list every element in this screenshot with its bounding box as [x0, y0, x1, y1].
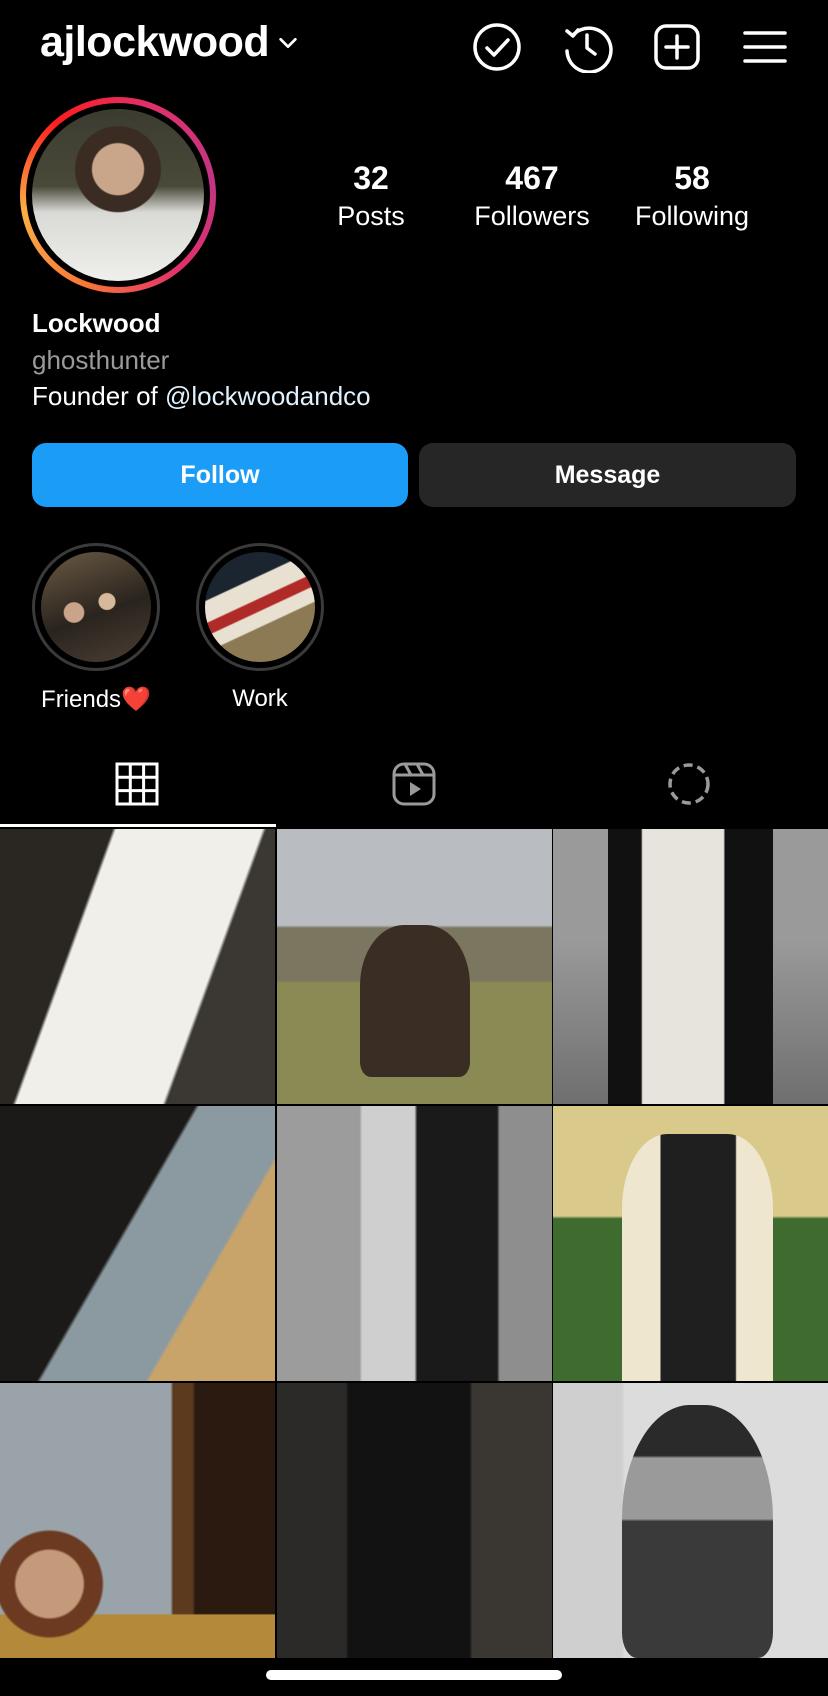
active-tab-indicator — [0, 824, 276, 827]
profile-category: ghosthunter — [32, 345, 170, 375]
stat-value: 467 — [505, 160, 559, 196]
profile-avatar[interactable] — [20, 97, 216, 293]
grid-post[interactable] — [553, 1383, 828, 1658]
highlight-cover — [205, 552, 315, 662]
grid-post[interactable] — [553, 1106, 828, 1381]
tagged-icon — [668, 763, 710, 805]
home-indicator[interactable] — [266, 1670, 562, 1680]
top-bar: ajlockwood — [0, 0, 828, 92]
stat-followers[interactable]: 467 Followers — [447, 160, 617, 232]
profile-bio: Founder of @lockwoodandco — [32, 381, 371, 412]
grid-post[interactable] — [277, 829, 552, 1104]
new-post-icon[interactable] — [650, 20, 704, 74]
verified-check-icon[interactable] — [470, 20, 524, 74]
stat-label: Following — [634, 201, 750, 231]
reels-icon — [392, 762, 436, 806]
grid-post[interactable] — [0, 829, 275, 1104]
follow-button[interactable]: Follow — [32, 443, 408, 507]
profile-name: Lockwood — [32, 308, 161, 338]
tab-posts-grid[interactable] — [106, 758, 168, 810]
grid-post[interactable] — [553, 829, 828, 1104]
stat-value: 32 — [353, 160, 389, 196]
bio-text: Founder of — [32, 381, 165, 411]
tab-reels[interactable] — [383, 758, 445, 810]
history-icon[interactable] — [560, 20, 614, 74]
message-button[interactable]: Message — [419, 443, 796, 507]
username-switcher[interactable]: ajlockwood — [40, 18, 299, 67]
grid-post[interactable] — [0, 1106, 275, 1381]
highlight-friends[interactable]: Friends❤️ — [31, 543, 161, 714]
avatar — [32, 109, 204, 281]
highlight-label: Work — [232, 685, 288, 712]
stat-label: Posts — [337, 201, 405, 231]
grid-post[interactable] — [277, 1106, 552, 1381]
menu-icon[interactable] — [738, 20, 792, 74]
highlight-work[interactable]: Work — [195, 543, 325, 713]
chevron-down-icon — [279, 37, 297, 48]
tab-tagged[interactable] — [658, 758, 720, 810]
grid-post[interactable] — [277, 1383, 552, 1658]
grid-icon — [115, 762, 159, 806]
username: ajlockwood — [40, 18, 270, 66]
stat-posts[interactable]: 32 Posts — [286, 160, 456, 232]
highlight-label: Friends❤️ — [41, 686, 151, 713]
grid-post[interactable] — [0, 1383, 275, 1658]
stat-following[interactable]: 58 Following — [607, 160, 777, 232]
bio-mention-link[interactable]: @lockwoodandco — [165, 381, 371, 411]
stat-value: 58 — [674, 160, 710, 196]
stat-label: Followers — [474, 201, 590, 231]
highlight-cover — [41, 552, 151, 662]
